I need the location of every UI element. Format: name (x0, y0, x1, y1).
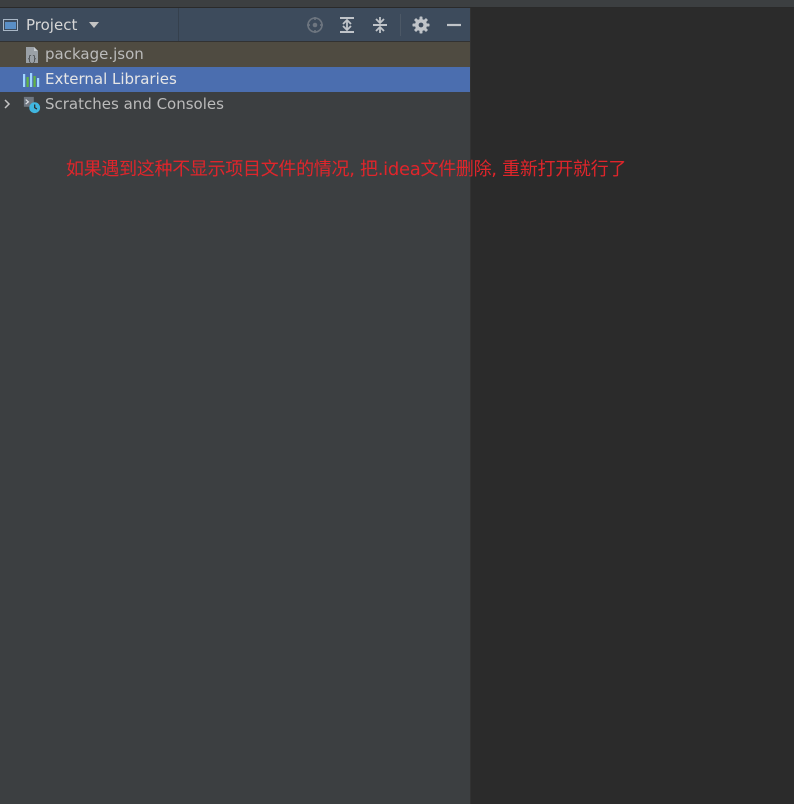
project-window-icon (3, 18, 18, 31)
json-file-icon: {} (23, 46, 41, 64)
annotation-note: 如果遇到这种不显示项目文件的情况, 把.idea文件删除, 重新打开就行了 (66, 159, 627, 180)
crosshair-icon[interactable] (304, 14, 326, 36)
toolbar-separator (400, 14, 401, 36)
chevron-down-icon (89, 21, 100, 28)
tool-window-header: Project (0, 8, 470, 42)
tree-item-scratches-and-consoles[interactable]: Scratches and Consoles (0, 92, 470, 117)
scratches-icon (23, 96, 41, 114)
tree-item-label: Scratches and Consoles (45, 95, 224, 113)
minimize-icon[interactable] (443, 14, 465, 36)
library-icon (22, 71, 40, 89)
svg-text:{}: {} (27, 54, 37, 63)
chevron-right-icon[interactable] (2, 99, 12, 109)
collapse-all-icon[interactable] (369, 14, 391, 36)
tree-item-external-libraries[interactable]: External Libraries (0, 67, 470, 92)
tool-window-title: Project (26, 15, 78, 34)
project-tool-window: Project {} package.json External Librari… (0, 8, 471, 804)
tree-item-package-json[interactable]: {} package.json (0, 42, 470, 67)
tree-item-label: package.json (45, 45, 144, 63)
gear-icon[interactable] (410, 14, 432, 36)
project-view-selector[interactable]: Project (0, 8, 179, 41)
tree-item-label: External Libraries (45, 70, 177, 88)
expand-all-icon[interactable] (336, 14, 358, 36)
editor-area (471, 8, 794, 804)
